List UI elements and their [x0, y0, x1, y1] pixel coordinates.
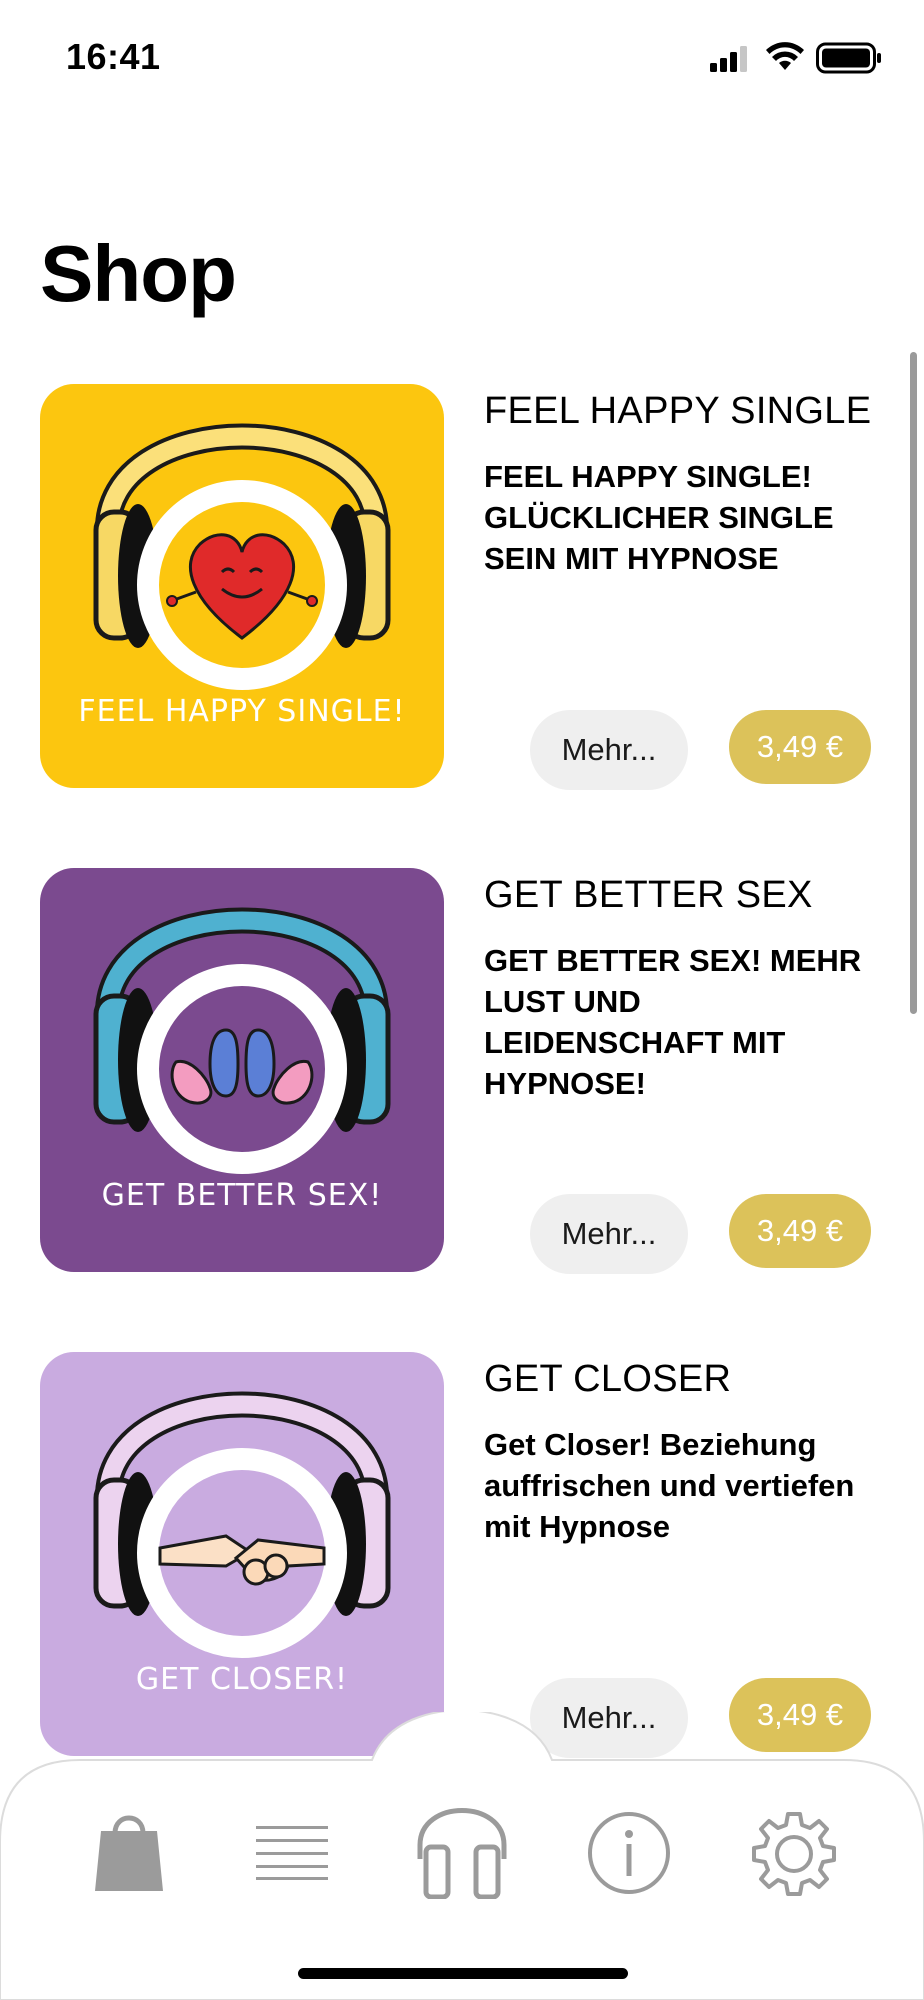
product-cover[interactable]: GET BETTER SEX! [40, 868, 444, 1272]
more-button[interactable]: Mehr... [530, 710, 688, 790]
home-indicator[interactable] [298, 1968, 628, 1979]
shopping-bag-icon [95, 1815, 163, 1891]
scroll-indicator[interactable] [910, 352, 917, 1014]
cover-caption: GET BETTER SEX! [101, 1178, 383, 1213]
tab-list[interactable] [252, 1812, 332, 1892]
product-title: FEEL HAPPY SINGLE [484, 390, 872, 432]
gear-icon [752, 1812, 836, 1896]
product-card: FEEL HAPPY SINGLE! FEEL HAPPY SINGLE FEE… [40, 384, 900, 790]
battery-icon [816, 42, 881, 74]
cover-caption: FEEL HAPPY SINGLE! [78, 694, 406, 729]
tab-bar [0, 1712, 924, 2000]
status-bar: 16:41 [0, 0, 924, 110]
tab-info[interactable] [584, 1808, 674, 1898]
headphones-icon [417, 1808, 507, 1899]
page-title: Shop [40, 229, 237, 318]
product-description: GET BETTER SEX! MEHR LUST UND LEIDENSCHA… [484, 943, 862, 1101]
product-card: GET CLOSER! GET CLOSER Get Closer! Bezie… [40, 1352, 900, 1758]
product-cover[interactable]: FEEL HAPPY SINGLE! [40, 384, 444, 788]
cellular-signal-icon [710, 46, 747, 72]
product-description: Get Closer! Beziehung auffrischen und ve… [484, 1427, 855, 1544]
tab-shop[interactable] [84, 1796, 174, 1906]
list-icon [256, 1826, 328, 1880]
status-icons [710, 40, 890, 80]
wifi-icon [766, 42, 804, 70]
product-card: GET BETTER SEX! GET BETTER SEX GET BETTE… [40, 868, 900, 1274]
buy-price-button[interactable]: 3,49 € [729, 1194, 871, 1268]
product-title: GET CLOSER [484, 1358, 732, 1400]
product-description: FEEL HAPPY SINGLE! GLÜCKLICHER SINGLE SE… [484, 459, 834, 576]
tab-player[interactable] [410, 1790, 514, 1902]
buy-price-button[interactable]: 3,49 € [729, 710, 871, 784]
cover-caption: GET CLOSER! [135, 1662, 349, 1697]
more-button[interactable]: Mehr... [530, 1194, 688, 1274]
tab-settings[interactable] [748, 1808, 840, 1900]
status-time: 16:41 [66, 36, 161, 77]
info-icon [588, 1812, 670, 1894]
product-title: GET BETTER SEX [484, 874, 813, 916]
product-cover[interactable]: GET CLOSER! [40, 1352, 444, 1756]
